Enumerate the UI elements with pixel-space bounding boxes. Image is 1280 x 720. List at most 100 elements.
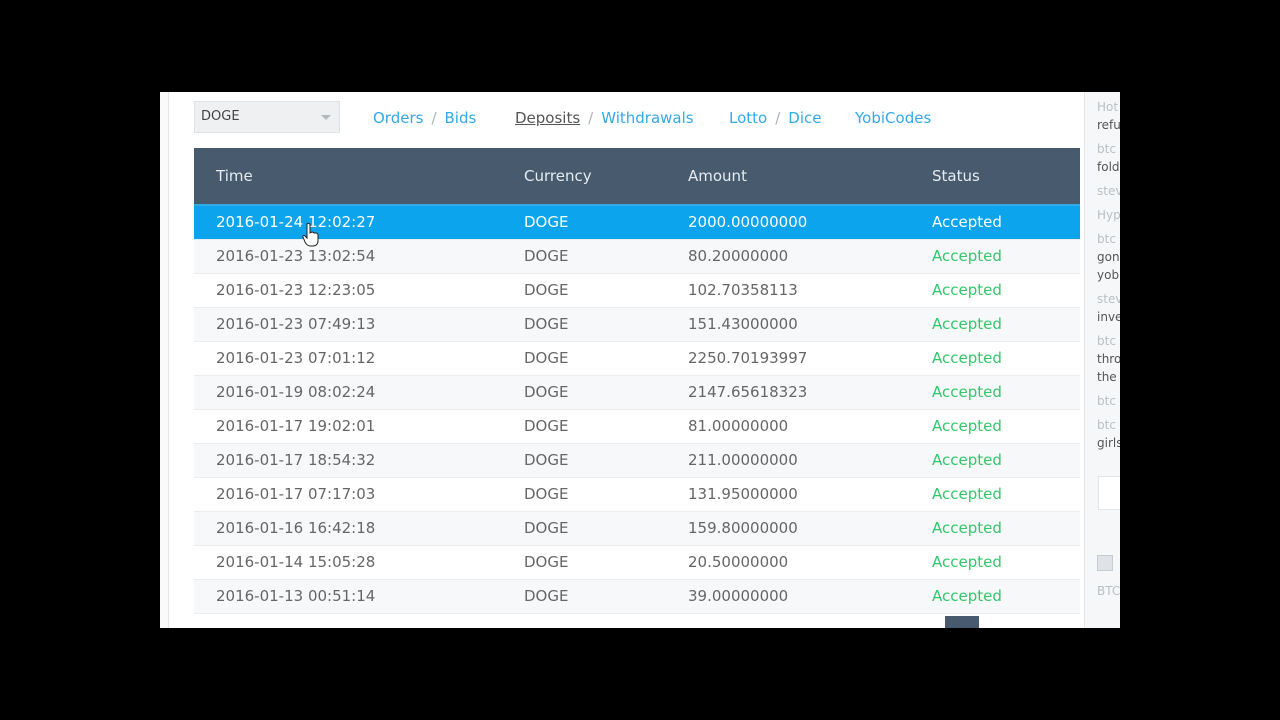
nav-separator: / <box>431 109 437 127</box>
cell-currency: DOGE <box>524 519 569 537</box>
tab-lotto[interactable]: Lotto <box>729 109 767 127</box>
chevron-down-icon <box>321 115 331 120</box>
cell-status: Accepted <box>932 485 1002 503</box>
tab-orders[interactable]: Orders <box>373 109 423 127</box>
table-header: Time Currency Amount Status <box>194 148 1080 206</box>
table-row[interactable]: 2016-01-23 07:01:12 DOGE 2250.70193997 Acce… <box>194 342 1080 376</box>
table-row[interactable]: 2016-01-13 00:51:14 DOGE 39.00000000 Accept… <box>194 580 1080 614</box>
cell-status: Accepted <box>932 417 1002 435</box>
cell-time: 2016-01-23 07:01:12 <box>216 349 376 367</box>
table-row[interactable]: 2016-01-23 07:49:13 DOGE 151.43000000 Accep… <box>194 308 1080 342</box>
cell-status: Accepted <box>932 553 1002 571</box>
cell-currency: DOGE <box>524 553 569 571</box>
deposits-table: Time Currency Amount Status 2016-01-24 1… <box>194 148 1080 614</box>
cell-currency: DOGE <box>524 451 569 469</box>
currency-select-value: DOGE <box>201 109 240 124</box>
chat-message-text: inve <box>1097 310 1120 324</box>
cell-time: 2016-01-17 19:02:01 <box>216 417 376 435</box>
cell-status: Accepted <box>932 587 1002 605</box>
table-row[interactable]: 2016-01-14 15:05:28 DOGE 20.50000000 Accept… <box>194 546 1080 580</box>
table-row[interactable]: 2016-01-17 18:54:32 DOGE 211.00000000 Accep… <box>194 444 1080 478</box>
chat-username: btc <box>1097 418 1116 432</box>
left-edge <box>160 92 169 628</box>
cell-time: 2016-01-19 08:02:24 <box>216 383 376 401</box>
cell-status: Accepted <box>932 349 1002 367</box>
header-currency[interactable]: Currency <box>524 148 592 204</box>
chat-input[interactable] <box>1098 476 1120 510</box>
cell-status: Accepted <box>932 383 1002 401</box>
tab-withdrawals[interactable]: Withdrawals <box>601 109 693 127</box>
cell-amount: 2147.65618323 <box>688 383 808 401</box>
tab-bids[interactable]: Bids <box>445 109 477 127</box>
chat-username: btc <box>1097 232 1116 246</box>
nav-yobicodes-group: YobiCodes <box>855 109 931 127</box>
cell-amount: 80.20000000 <box>688 247 789 265</box>
chat-message-text: the <box>1097 370 1117 384</box>
cell-time: 2016-01-23 07:49:13 <box>216 315 376 333</box>
cell-status: Accepted <box>932 213 1002 231</box>
nav-separator: / <box>775 109 781 127</box>
chat-message-text: yob <box>1097 268 1120 282</box>
cell-time: 2016-01-17 07:17:03 <box>216 485 376 503</box>
cell-currency: DOGE <box>524 315 569 333</box>
nav-separator: / <box>588 109 594 127</box>
chat-message-text: girls <box>1097 436 1120 450</box>
cell-status: Accepted <box>932 281 1002 299</box>
cell-amount: 2000.00000000 <box>688 213 808 231</box>
cell-currency: DOGE <box>524 281 569 299</box>
cell-amount: 81.00000000 <box>688 417 789 435</box>
cell-time: 2016-01-24 12:02:27 <box>216 213 376 231</box>
cell-amount: 20.50000000 <box>688 553 789 571</box>
chat-message-text: gon <box>1097 250 1120 264</box>
header-time[interactable]: Time <box>216 148 253 204</box>
table-row[interactable]: 2016-01-17 19:02:01 DOGE 81.00000000 Accept… <box>194 410 1080 444</box>
currency-select[interactable]: DOGE <box>194 101 340 133</box>
tab-deposits[interactable]: Deposits <box>515 109 580 127</box>
tab-yobicodes[interactable]: YobiCodes <box>855 109 931 127</box>
chat-username: stev <box>1097 292 1120 306</box>
cell-status: Accepted <box>932 451 1002 469</box>
cell-time: 2016-01-16 16:42:18 <box>216 519 376 537</box>
cell-amount: 159.80000000 <box>688 519 798 537</box>
table-row[interactable]: 2016-01-17 07:17:03 DOGE 131.95000000 Accep… <box>194 478 1080 512</box>
tab-dice[interactable]: Dice <box>788 109 821 127</box>
nav-orders-group: Orders / Bids <box>373 109 476 127</box>
chat-username: btc <box>1097 334 1116 348</box>
chat-username: btc <box>1097 394 1116 408</box>
mouse-pointer-icon <box>302 223 319 247</box>
header-status[interactable]: Status <box>932 148 980 204</box>
cell-status: Accepted <box>932 247 1002 265</box>
cell-status: Accepted <box>932 519 1002 537</box>
cell-amount: 211.00000000 <box>688 451 798 469</box>
chat-username: BTC <box>1097 584 1120 598</box>
cell-time: 2016-01-17 18:54:32 <box>216 451 376 469</box>
chat-sidebar: Hot refu btc fold stev Hyp btc gon yob stev inve bt… <box>1084 92 1120 628</box>
table-row[interactable]: 2016-01-24 12:02:27 DOGE 2000.00000000 Acce… <box>194 206 1080 240</box>
table-row[interactable]: 2016-01-23 12:23:05 DOGE 102.70358113 Accep… <box>194 274 1080 308</box>
table-row[interactable]: 2016-01-19 08:02:24 DOGE 2147.65618323 Acce… <box>194 376 1080 410</box>
cell-amount: 39.00000000 <box>688 587 789 605</box>
cell-time: 2016-01-23 13:02:54 <box>216 247 376 265</box>
cell-currency: DOGE <box>524 383 569 401</box>
main-panel: DOGE Orders / Bids Deposits / Withdrawals Lo… <box>160 92 1084 628</box>
pagination-current-page[interactable] <box>945 616 979 628</box>
cell-currency: DOGE <box>524 247 569 265</box>
chat-settings-icon[interactable] <box>1097 555 1113 571</box>
chat-message-text: fold <box>1097 160 1120 174</box>
cell-currency: DOGE <box>524 587 569 605</box>
cell-currency: DOGE <box>524 349 569 367</box>
chat-username: btc <box>1097 142 1116 156</box>
chat-username: Hot <box>1097 100 1119 114</box>
cell-amount: 131.95000000 <box>688 485 798 503</box>
header-amount[interactable]: Amount <box>688 148 747 204</box>
cell-time: 2016-01-14 15:05:28 <box>216 553 376 571</box>
table-row[interactable]: 2016-01-23 13:02:54 DOGE 80.20000000 Accept… <box>194 240 1080 274</box>
cell-amount: 151.43000000 <box>688 315 798 333</box>
cell-time: 2016-01-13 00:51:14 <box>216 587 376 605</box>
cell-currency: DOGE <box>524 417 569 435</box>
nav-lotto-group: Lotto / Dice <box>729 109 821 127</box>
cell-amount: 2250.70193997 <box>688 349 808 367</box>
chat-username: Hyp <box>1097 208 1120 222</box>
table-row[interactable]: 2016-01-16 16:42:18 DOGE 159.80000000 Accep… <box>194 512 1080 546</box>
chat-username: stev <box>1097 184 1120 198</box>
